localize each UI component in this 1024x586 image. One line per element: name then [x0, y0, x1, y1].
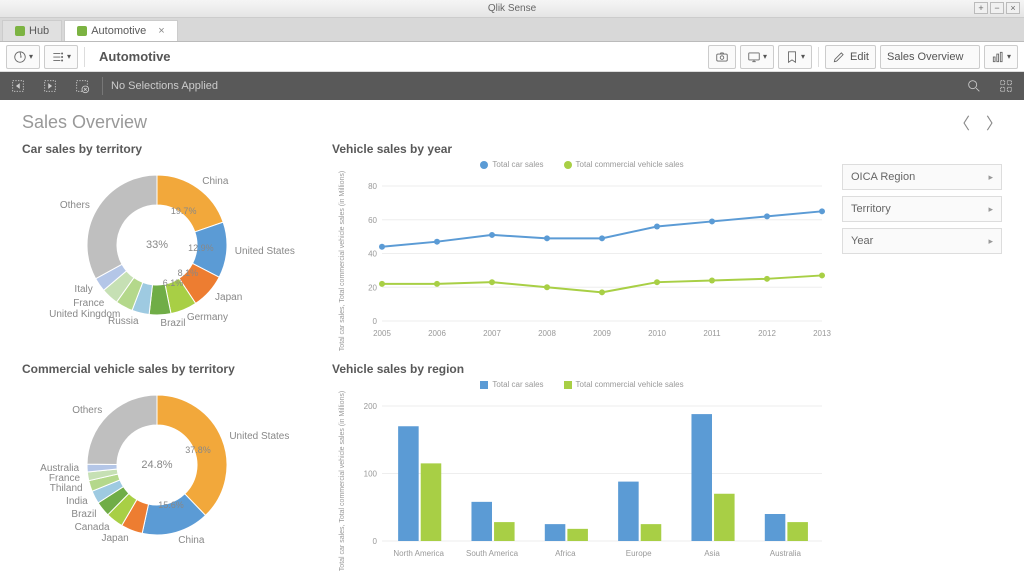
- svg-text:2009: 2009: [593, 329, 611, 338]
- chevron-right-icon: ▸: [988, 204, 993, 215]
- chart-title: Vehicle sales by year: [332, 142, 832, 156]
- svg-text:60: 60: [368, 216, 377, 225]
- tab-label: Hub: [29, 25, 49, 37]
- svg-text:2010: 2010: [648, 329, 666, 338]
- svg-text:80: 80: [368, 182, 377, 191]
- bookmark-button[interactable]: ▾: [778, 45, 812, 69]
- chevron-right-icon: ▸: [988, 172, 993, 183]
- svg-text:2011: 2011: [703, 329, 721, 338]
- window-maximize[interactable]: +: [974, 2, 988, 14]
- nav-button[interactable]: ▾: [6, 45, 40, 69]
- step-back-button[interactable]: [6, 76, 30, 96]
- filter-year[interactable]: Year▸: [842, 228, 1002, 254]
- window-minimize[interactable]: −: [990, 2, 1004, 14]
- sheet-selector[interactable]: Sales Overview: [880, 45, 980, 69]
- svg-text:2012: 2012: [758, 329, 776, 338]
- next-sheet-button[interactable]: 〉: [986, 110, 1002, 134]
- svg-text:Asia: Asia: [704, 549, 720, 558]
- chart-commercial-sales-territory[interactable]: Commercial vehicle sales by territory 24…: [22, 362, 322, 572]
- tab-label: Automotive: [91, 25, 146, 37]
- step-forward-button[interactable]: [38, 76, 62, 96]
- qlik-icon: [15, 26, 25, 36]
- window-title: Qlik Sense: [488, 3, 536, 14]
- svg-text:Europe: Europe: [626, 549, 652, 558]
- tab-hub[interactable]: Hub: [2, 20, 62, 41]
- qlik-icon: [77, 26, 87, 36]
- svg-text:200: 200: [364, 402, 378, 411]
- window-close[interactable]: ×: [1006, 2, 1020, 14]
- chart-vehicle-sales-region[interactable]: Vehicle sales by region Total car sales …: [332, 362, 832, 572]
- svg-text:2008: 2008: [538, 329, 556, 338]
- svg-text:20: 20: [368, 283, 377, 292]
- chevron-right-icon: ▸: [988, 236, 993, 247]
- svg-text:2006: 2006: [428, 329, 446, 338]
- selection-bar: No Selections Applied: [0, 72, 1024, 100]
- chart-car-sales-territory[interactable]: Car sales by territory 33%19.7%12.9%8.1%…: [22, 142, 322, 352]
- snapshot-button[interactable]: [708, 45, 736, 69]
- present-button[interactable]: ▾: [740, 45, 774, 69]
- svg-text:2007: 2007: [483, 329, 501, 338]
- chart-title: Commercial vehicle sales by territory: [22, 362, 322, 376]
- close-icon[interactable]: ×: [158, 25, 164, 37]
- selection-text: No Selections Applied: [111, 80, 218, 92]
- sheets-button[interactable]: ▾: [984, 45, 1018, 69]
- prev-sheet-button[interactable]: 〈: [954, 110, 970, 134]
- chart-legend: Total car sales Total commercial vehicle…: [332, 160, 832, 169]
- app-title: Automotive: [99, 49, 171, 64]
- clear-selections-button[interactable]: [70, 76, 94, 96]
- tab-automotive[interactable]: Automotive ×: [64, 20, 177, 41]
- app-toolbar: ▾ ▾ Automotive ▾ ▾ Edit Sales Overview ▾: [0, 42, 1024, 72]
- window-titlebar: Qlik Sense + − ×: [0, 0, 1024, 18]
- edit-button[interactable]: Edit: [825, 45, 876, 69]
- filter-oica-region[interactable]: OICA Region▸: [842, 164, 1002, 190]
- chart-vehicle-sales-year[interactable]: Vehicle sales by year Total car sales To…: [332, 142, 832, 352]
- svg-text:North America: North America: [393, 549, 444, 558]
- sheet-title: Sales Overview: [22, 112, 147, 133]
- menu-button[interactable]: ▾: [44, 45, 78, 69]
- svg-text:Australia: Australia: [770, 549, 802, 558]
- divider: [818, 47, 819, 67]
- svg-text:40: 40: [368, 250, 377, 259]
- svg-text:24.8%: 24.8%: [141, 459, 172, 471]
- filter-territory[interactable]: Territory▸: [842, 196, 1002, 222]
- svg-text:33%: 33%: [146, 239, 168, 251]
- selections-tool-button[interactable]: [994, 76, 1018, 96]
- svg-text:Total car sales, Total commerc: Total car sales, Total commercial vehicl…: [339, 391, 346, 571]
- svg-text:0: 0: [373, 537, 378, 546]
- filter-panel: OICA Region▸ Territory▸ Year▸: [842, 142, 1002, 352]
- svg-text:100: 100: [364, 470, 378, 479]
- svg-text:0: 0: [373, 317, 378, 326]
- svg-text:2013: 2013: [813, 329, 831, 338]
- sheet-content: Sales Overview 〈 〉 Car sales by territor…: [0, 100, 1024, 586]
- svg-text:Total car sales, Total commerc: Total car sales, Total commercial vehicl…: [339, 171, 346, 351]
- svg-text:South America: South America: [466, 549, 519, 558]
- chart-title: Car sales by territory: [22, 142, 322, 156]
- browser-tabs: Hub Automotive ×: [0, 18, 1024, 42]
- chart-title: Vehicle sales by region: [332, 362, 832, 376]
- chart-legend: Total car sales Total commercial vehicle…: [332, 380, 832, 389]
- search-button[interactable]: [962, 76, 986, 96]
- divider: [84, 47, 85, 67]
- svg-text:Africa: Africa: [555, 549, 576, 558]
- svg-text:2005: 2005: [373, 329, 391, 338]
